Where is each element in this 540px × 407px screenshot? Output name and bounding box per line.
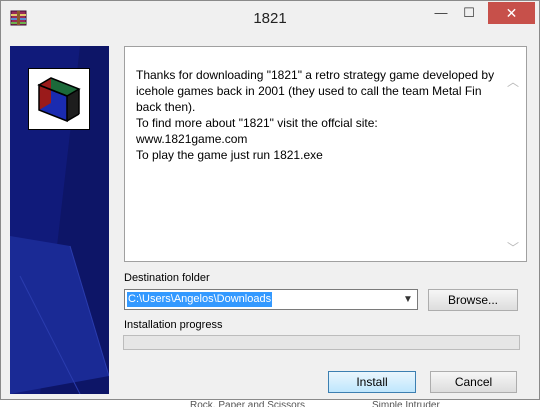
game-box-logo-icon <box>37 77 81 123</box>
info-text-box[interactable]: Thanks for downloading "1821" a retro st… <box>124 46 527 262</box>
sidebar-banner <box>10 46 109 394</box>
scroll-up-arrow-icon[interactable]: ︿ <box>505 73 521 89</box>
background-window-text: Simple Intruder <box>372 401 440 407</box>
info-text: Thanks for downloading "1821" a retro st… <box>136 68 495 162</box>
minimize-button[interactable]: — <box>427 2 455 24</box>
scroll-down-arrow-icon[interactable]: ﹀ <box>505 239 521 255</box>
cancel-button[interactable]: Cancel <box>430 371 517 393</box>
installation-progress-bar <box>123 335 520 350</box>
browse-button[interactable]: Browse... <box>428 289 518 311</box>
install-button[interactable]: Install <box>328 371 416 393</box>
installer-window: 1821 — ☐ ✕ Thanks for downloading "1821"… <box>0 0 540 400</box>
destination-folder-combobox[interactable]: C:\Users\Angelos\Downloads ▼ <box>124 289 418 310</box>
destination-folder-value[interactable]: C:\Users\Angelos\Downloads <box>127 292 273 307</box>
installation-progress-label: Installation progress <box>124 319 223 331</box>
logo-box <box>28 68 90 130</box>
installer-body: Thanks for downloading "1821" a retro st… <box>9 38 532 394</box>
close-button[interactable]: ✕ <box>488 2 535 24</box>
background-window-text: Rock, Paper and Scissors <box>190 401 306 407</box>
destination-folder-label: Destination folder <box>124 272 210 284</box>
chevron-down-icon[interactable]: ▼ <box>401 292 415 307</box>
title-bar[interactable]: 1821 — ☐ ✕ <box>1 1 539 37</box>
maximize-button[interactable]: ☐ <box>455 2 483 24</box>
